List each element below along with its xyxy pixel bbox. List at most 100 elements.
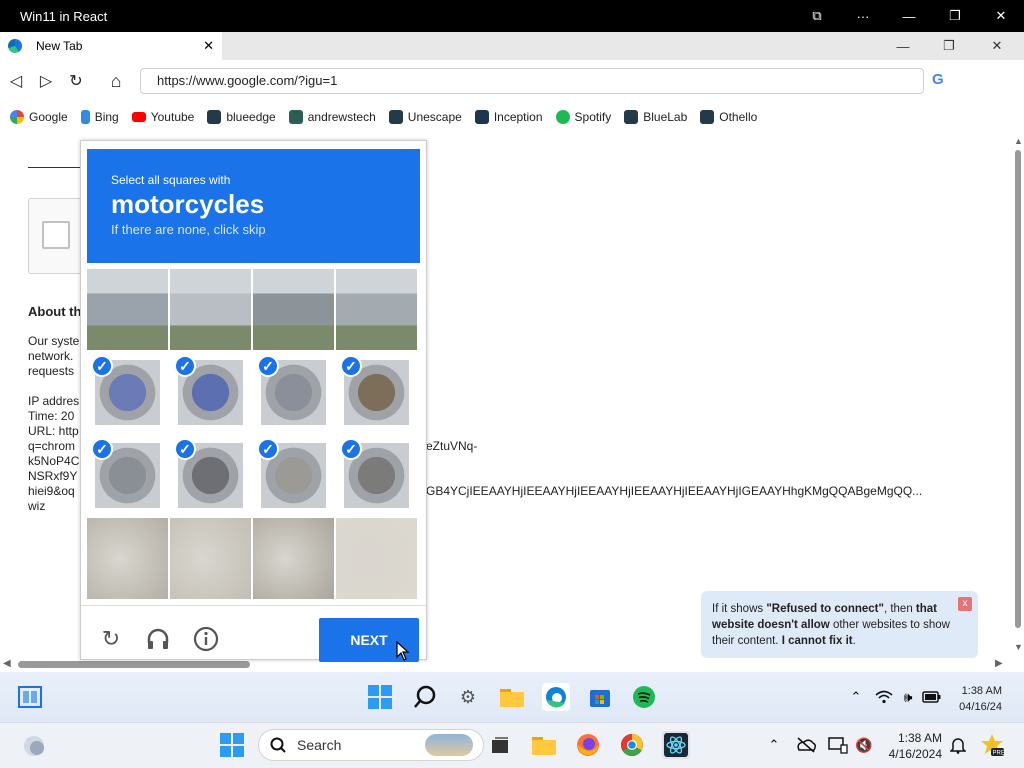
volume-muted-icon[interactable]: 🔇: [850, 731, 878, 759]
grid-tile[interactable]: [87, 269, 168, 350]
scroll-left-icon[interactable]: ◀: [3, 658, 11, 669]
grid-tile[interactable]: [336, 518, 417, 599]
scroll-thumb[interactable]: [18, 661, 250, 668]
start-icon[interactable]: [218, 731, 246, 759]
firefox-icon[interactable]: [574, 731, 602, 759]
weather-icon[interactable]: [20, 732, 48, 760]
bookmark-google[interactable]: Google: [10, 110, 68, 124]
taskbar-search-box[interactable]: Search: [258, 729, 484, 761]
headphones-icon[interactable]: [145, 626, 171, 652]
browser-tab[interactable]: New Tab ✕: [0, 32, 222, 60]
widgets-icon[interactable]: [16, 683, 44, 711]
windows-taskbar: Search ⌃ 🔇 1:38 AM 4/16/2024 PRE: [0, 722, 1024, 768]
tile-image: [87, 518, 168, 599]
browser-minimize-button[interactable]: —: [880, 32, 926, 60]
search-placeholder: Search: [297, 737, 342, 753]
bookmark-othello[interactable]: Othello: [700, 110, 757, 124]
grid-tile[interactable]: [170, 269, 251, 350]
network-off-icon[interactable]: [792, 731, 820, 759]
navigation-bar: ◁ ▷ ↻ ⌂ https://www.google.com/?igu=1: [0, 60, 1024, 102]
snap-icon[interactable]: ⧉: [794, 0, 840, 32]
google-icon[interactable]: G: [932, 71, 944, 88]
scroll-thumb[interactable]: [1015, 150, 1021, 628]
bookmark-unescape[interactable]: Unescape: [388, 110, 462, 124]
query-text: hiei9&oq: [28, 484, 75, 498]
file-explorer-icon[interactable]: [530, 731, 558, 759]
grid-tile[interactable]: ✓: [170, 435, 251, 516]
battery-icon[interactable]: [918, 683, 946, 711]
toast-text: , then: [883, 603, 916, 615]
checkmark-icon: ✓: [91, 438, 113, 460]
forward-icon[interactable]: ▷: [31, 66, 61, 96]
edge-icon[interactable]: [542, 683, 570, 711]
minimize-button[interactable]: —: [886, 0, 932, 32]
grid-tile[interactable]: ✓: [336, 435, 417, 516]
reload-icon[interactable]: ↻: [61, 66, 91, 96]
grid-tile[interactable]: [87, 518, 168, 599]
reload-icon[interactable]: ↻: [98, 626, 124, 652]
close-window-button[interactable]: ✕: [978, 0, 1024, 32]
spotify-icon: [555, 110, 570, 124]
grid-tile[interactable]: [253, 269, 334, 350]
search-icon[interactable]: [411, 683, 439, 711]
settings-icon[interactable]: ⚙: [454, 683, 482, 711]
close-tab-icon[interactable]: ✕: [203, 38, 214, 54]
chevron-up-icon[interactable]: ⌃: [760, 731, 788, 759]
more-icon[interactable]: ···: [840, 0, 886, 32]
scroll-up-icon[interactable]: ▲: [1014, 136, 1023, 146]
grid-tile[interactable]: ✓: [87, 352, 168, 433]
bookmark-blueedge[interactable]: blueedge: [207, 110, 276, 124]
grid-tile[interactable]: ✓: [87, 435, 168, 516]
checkmark-icon: ✓: [91, 355, 113, 377]
restore-button[interactable]: ❐: [932, 0, 978, 32]
vertical-scrollbar[interactable]: ▲ ▼: [1012, 132, 1024, 656]
spotify-icon[interactable]: [630, 683, 658, 711]
search-icon: [270, 737, 286, 753]
file-explorer-icon[interactable]: [498, 683, 526, 711]
inner-clock[interactable]: 1:38 AM 04/16/24: [959, 683, 1002, 715]
bookmark-bing[interactable]: Bing: [80, 110, 119, 124]
home-icon[interactable]: ⌂: [101, 66, 131, 96]
grid-tile[interactable]: ✓: [253, 352, 334, 433]
bookmark-youtube[interactable]: Youtube: [131, 110, 194, 124]
task-view-icon[interactable]: [486, 731, 514, 759]
bookmark-andrewstech[interactable]: andrewstech: [288, 110, 376, 124]
preview-icon[interactable]: PRE: [978, 731, 1006, 759]
clock-date: 4/16/2024: [888, 747, 942, 761]
system-clock[interactable]: 1:38 AM 4/16/2024: [889, 730, 942, 762]
display-icon[interactable]: [824, 731, 852, 759]
tab-strip: New Tab ✕ — ❐ ✕: [0, 32, 1024, 60]
start-icon[interactable]: [366, 683, 394, 711]
chrome-icon[interactable]: [618, 731, 646, 759]
grid-tile[interactable]: [170, 518, 251, 599]
recaptcha-challenge: Select all squares with motorcycles If t…: [80, 140, 427, 662]
checkmark-icon: ✓: [174, 355, 196, 377]
recaptcha-checkbox[interactable]: [42, 221, 70, 249]
grid-tile[interactable]: ✓: [170, 352, 251, 433]
react-icon: [207, 110, 222, 124]
window-titlebar: Win11 in React ⧉ ··· — ❐ ✕: [0, 0, 1024, 32]
chevron-up-icon[interactable]: ⌃: [842, 683, 870, 711]
browser-restore-button[interactable]: ❐: [926, 32, 972, 60]
bookmark-bluelab[interactable]: BlueLab: [624, 110, 687, 124]
bookmark-spotify[interactable]: Spotify: [555, 110, 611, 124]
bookmark-inception[interactable]: Inception: [474, 110, 543, 124]
toast-close-button[interactable]: x: [958, 597, 972, 611]
store-icon[interactable]: [586, 683, 614, 711]
youtube-icon: [131, 112, 146, 122]
grid-tile[interactable]: ✓: [253, 435, 334, 516]
grid-tile[interactable]: [253, 518, 334, 599]
toast-emphasis: I cannot fix it: [781, 635, 853, 647]
back-icon[interactable]: ◁: [1, 66, 31, 96]
scroll-right-icon[interactable]: ▶: [995, 658, 1003, 669]
grid-tile[interactable]: ✓: [336, 352, 417, 433]
grid-tile[interactable]: [336, 269, 417, 350]
browser-close-button[interactable]: ✕: [974, 32, 1020, 60]
info-icon[interactable]: [193, 626, 219, 652]
inner-taskbar: ⚙ ⌃ 🕪 1:38 AM 04/16/24: [0, 672, 1024, 722]
address-bar[interactable]: https://www.google.com/?igu=1: [140, 68, 924, 94]
notification-bell-icon[interactable]: [944, 731, 972, 759]
scroll-down-icon[interactable]: ▼: [1014, 642, 1023, 652]
react-app-icon[interactable]: [662, 731, 690, 759]
tile-image: [87, 269, 168, 350]
